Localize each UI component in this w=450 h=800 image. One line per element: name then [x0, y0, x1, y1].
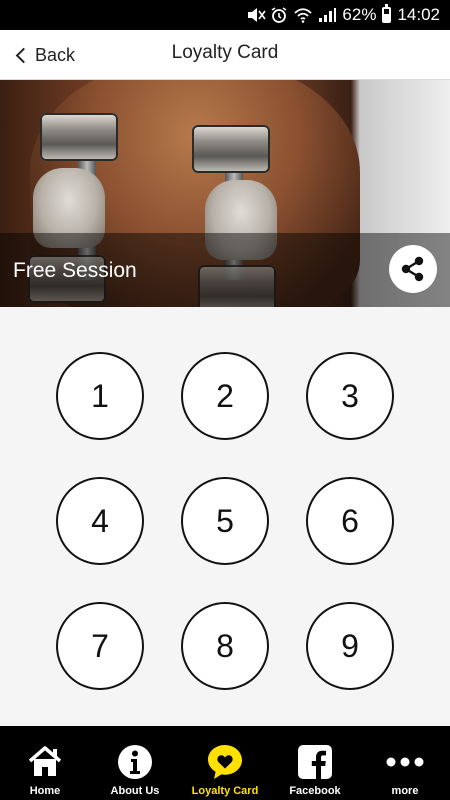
- chevron-left-icon: [15, 47, 32, 63]
- share-button[interactable]: [389, 245, 437, 293]
- back-button[interactable]: Back: [14, 30, 75, 80]
- mute-icon: [246, 7, 267, 23]
- stamp-2[interactable]: 2: [181, 352, 269, 440]
- home-icon: [25, 743, 65, 781]
- stamp-3[interactable]: 3: [306, 352, 394, 440]
- nav-label-about-us: About Us: [110, 785, 160, 797]
- dumbbell: [192, 125, 270, 173]
- nav-label-loyalty-card: Loyalty Card: [191, 785, 259, 797]
- clock: 14:02: [397, 5, 440, 24]
- share-icon: [401, 256, 424, 282]
- battery-percentage: 62%: [342, 5, 377, 24]
- heart-icon: [205, 743, 245, 781]
- stamp-9[interactable]: 9: [306, 602, 394, 690]
- facebook-icon: [295, 743, 335, 781]
- nav-item-more[interactable]: more: [360, 726, 450, 800]
- back-label: Back: [35, 44, 76, 65]
- stamp-6[interactable]: 6: [306, 477, 394, 565]
- nav-item-about-us[interactable]: About Us: [90, 726, 180, 800]
- nav-item-loyalty-card[interactable]: Loyalty Card: [180, 726, 270, 800]
- stamp-8[interactable]: 8: [181, 602, 269, 690]
- dumbbell: [40, 113, 118, 161]
- more-icon: [385, 743, 425, 781]
- battery-icon: [382, 4, 392, 23]
- info-icon: [115, 743, 155, 781]
- nav-item-facebook[interactable]: Facebook: [270, 726, 360, 800]
- stamp-1[interactable]: 1: [56, 352, 144, 440]
- stamp-5[interactable]: 5: [181, 477, 269, 565]
- nav-item-home[interactable]: Home: [0, 726, 90, 800]
- reward-title: Free Session: [13, 259, 137, 282]
- nav-label-facebook: Facebook: [289, 785, 341, 797]
- stamp-7[interactable]: 7: [56, 602, 144, 690]
- hero-image: Free Session: [0, 80, 450, 307]
- wifi-icon: [294, 7, 313, 23]
- stamp-grid: 1 2 3 4 5 6 7 8 9: [0, 307, 450, 726]
- nav-label-more: more: [391, 785, 419, 797]
- status-bar: 62% 14:02: [0, 0, 450, 30]
- signal-icon: [318, 7, 337, 23]
- app-header: Back Loyalty Card: [0, 30, 450, 80]
- alarm-icon: [270, 7, 288, 23]
- stamp-4[interactable]: 4: [56, 477, 144, 565]
- nav-label-home: Home: [29, 785, 61, 797]
- bottom-nav: Home About Us Loyalty Card Facebook more: [0, 726, 450, 800]
